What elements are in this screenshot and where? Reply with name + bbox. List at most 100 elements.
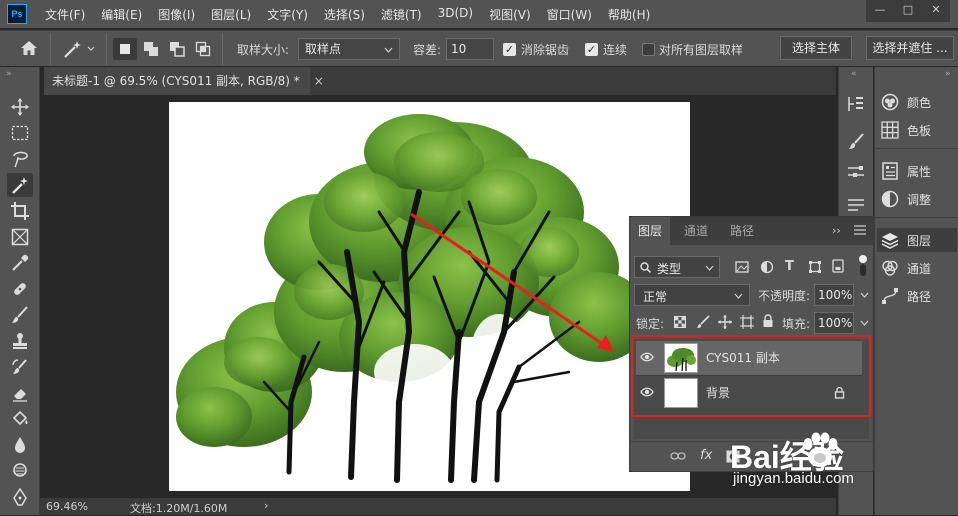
- frame-tool-icon[interactable]: [10, 227, 30, 247]
- crop-tool-icon[interactable]: [10, 201, 30, 221]
- tab-layers[interactable]: 图层: [630, 217, 671, 245]
- maximize-button[interactable]: □: [894, 0, 922, 22]
- eyedropper-tool-icon[interactable]: [10, 253, 30, 273]
- lock-all-icon[interactable]: [762, 314, 774, 328]
- document-tab[interactable]: 未标题-1 @ 69.5% (CYS011 副本, RGB/8) * ×: [44, 67, 324, 95]
- contiguous-checkbox[interactable]: ✓: [585, 43, 598, 56]
- tool-presets-panel-icon[interactable]: [847, 163, 865, 181]
- status-bar: 69.46% 文档:1.20M/1.60M ›: [40, 498, 836, 515]
- lock-image-pixels-icon[interactable]: [696, 315, 710, 329]
- panel-menu-icon[interactable]: [854, 225, 866, 235]
- eraser-tool-icon[interactable]: [10, 383, 30, 403]
- select-subject-button[interactable]: 选择主体: [780, 36, 852, 60]
- separator: [222, 33, 223, 65]
- panel-properties[interactable]: 属性: [881, 159, 955, 183]
- lock-position-icon[interactable]: [718, 315, 732, 329]
- collapse-dock-icon[interactable]: »: [945, 69, 951, 79]
- document-canvas[interactable]: [169, 102, 690, 491]
- filter-smart-object-icon[interactable]: [832, 259, 844, 273]
- collapse-panel-icon[interactable]: ››: [832, 224, 841, 237]
- tolerance-input[interactable]: 10: [446, 38, 494, 60]
- pen-tool-icon[interactable]: [10, 487, 30, 507]
- history-panel-icon[interactable]: [847, 95, 865, 113]
- lock-artboard-icon[interactable]: [740, 315, 754, 329]
- filter-adjustment-icon[interactable]: [760, 260, 774, 274]
- options-bar: 取样大小: 取样点 容差: 10 ✓ 消除锯齿 ✓ 连续 对所有图层取样 选择主…: [0, 30, 958, 66]
- collapse-toolbar-icon[interactable]: »: [6, 69, 12, 79]
- photoshop-logo[interactable]: Ps: [7, 4, 27, 24]
- lock-transparent-pixels-icon[interactable]: [674, 316, 686, 328]
- layers-stack-icon: [881, 233, 899, 249]
- panel-adjustments[interactable]: 调整: [881, 187, 955, 211]
- history-brush-tool-icon[interactable]: [10, 357, 30, 377]
- panel-color[interactable]: 颜色: [881, 90, 955, 114]
- opacity-input[interactable]: 100%: [814, 284, 854, 306]
- menu-select[interactable]: 选择(S): [316, 6, 373, 23]
- menu-3d[interactable]: 3D(D): [430, 6, 481, 23]
- opacity-label: 不透明度:: [758, 289, 811, 303]
- filter-toggle-switch[interactable]: [858, 255, 868, 277]
- collapse-dock-icon[interactable]: «: [851, 69, 857, 79]
- filter-type-icon[interactable]: T: [785, 259, 794, 274]
- menu-edit[interactable]: 编辑(E): [93, 6, 150, 23]
- menu-window[interactable]: 窗口(W): [539, 6, 600, 23]
- layer-style-button[interactable]: fx: [700, 448, 712, 463]
- lasso-tool-icon[interactable]: [10, 149, 30, 169]
- lock-label: 锁定:: [636, 317, 665, 331]
- select-and-mask-button[interactable]: 选择并遮住 ...: [866, 36, 954, 60]
- baidu-paw-icon: [803, 432, 838, 467]
- add-to-selection-icon[interactable]: [143, 41, 159, 57]
- menu-layer[interactable]: 图层(L): [203, 6, 259, 23]
- sample-all-layers-checkbox[interactable]: [642, 43, 655, 56]
- paint-bucket-tool-icon[interactable]: [10, 409, 30, 429]
- magic-wand-tool-icon[interactable]: [7, 173, 33, 197]
- paths-icon: [882, 288, 898, 304]
- blur-tool-icon[interactable]: [10, 435, 30, 455]
- link-layers-icon[interactable]: [670, 451, 686, 461]
- intersect-selection-icon[interactable]: [195, 41, 211, 57]
- close-tab-icon[interactable]: ×: [314, 74, 324, 88]
- tab-channels[interactable]: 通道: [676, 217, 716, 245]
- main-menu: 文件(F) 编辑(E) 图像(I) 图层(L) 文字(Y) 选择(S) 滤镜(T…: [37, 6, 658, 23]
- filter-shape-icon[interactable]: [808, 260, 822, 274]
- panel-paths[interactable]: 路径: [881, 284, 955, 308]
- close-button[interactable]: ✕: [922, 0, 950, 22]
- menu-image[interactable]: 图像(I): [150, 6, 203, 23]
- panel-channels[interactable]: 通道: [881, 256, 955, 280]
- magic-wand-preset-icon[interactable]: [62, 39, 96, 59]
- panel-layers-label: 图层: [907, 233, 932, 248]
- menu-filter[interactable]: 滤镜(T): [373, 6, 430, 23]
- filter-pixel-icon[interactable]: [735, 260, 749, 274]
- zoom-level[interactable]: 69.46%: [46, 500, 88, 513]
- status-menu-arrow[interactable]: ›: [264, 499, 268, 512]
- marquee-tool-icon[interactable]: [10, 123, 30, 143]
- layers-highlight-box: [631, 335, 871, 417]
- brush-tool-icon[interactable]: [10, 305, 30, 325]
- panel-layers[interactable]: 图层: [877, 228, 957, 252]
- brush-settings-panel-icon[interactable]: [847, 133, 865, 151]
- menu-view[interactable]: 视图(V): [481, 6, 539, 23]
- subtract-from-selection-icon[interactable]: [169, 41, 185, 57]
- layer-filter-select[interactable]: 类型: [634, 256, 720, 278]
- home-icon[interactable]: [20, 40, 38, 56]
- panel-properties-label: 属性: [907, 164, 932, 179]
- blend-mode-select[interactable]: 正常: [634, 284, 750, 306]
- fill-chevron-icon[interactable]: [860, 320, 869, 326]
- healing-brush-tool-icon[interactable]: [10, 279, 30, 299]
- menu-type[interactable]: 文字(Y): [259, 6, 316, 23]
- menu-help[interactable]: 帮助(H): [600, 6, 658, 23]
- antialias-checkbox[interactable]: ✓: [503, 43, 516, 56]
- menu-file[interactable]: 文件(F): [37, 6, 93, 23]
- panel-swatches[interactable]: 色板: [881, 118, 955, 142]
- minimize-button[interactable]: —: [866, 0, 894, 22]
- new-selection-mode[interactable]: [113, 38, 137, 60]
- sample-all-layers-label: 对所有图层取样: [659, 43, 744, 57]
- tab-paths[interactable]: 路径: [722, 217, 762, 245]
- move-tool-icon[interactable]: [10, 97, 30, 117]
- fill-input[interactable]: 100%: [814, 312, 854, 334]
- dodge-tool-icon[interactable]: [10, 461, 30, 481]
- sample-size-select[interactable]: 取样点: [298, 38, 400, 60]
- paragraph-panel-icon[interactable]: [847, 197, 865, 213]
- opacity-chevron-icon[interactable]: [860, 292, 869, 298]
- clone-stamp-tool-icon[interactable]: [10, 331, 30, 351]
